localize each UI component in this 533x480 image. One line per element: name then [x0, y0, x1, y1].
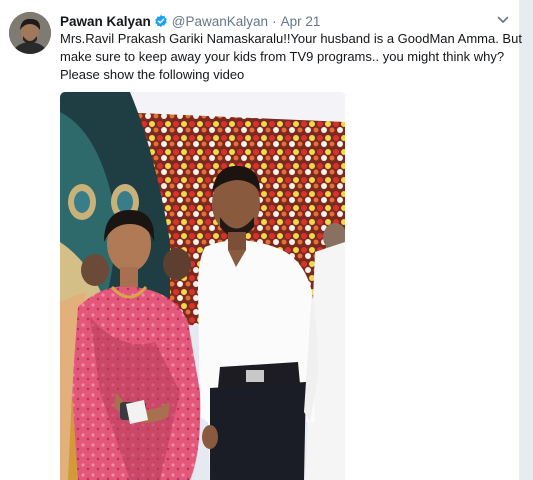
tweet-photo[interactable] [60, 92, 345, 480]
avatar[interactable] [9, 12, 51, 54]
scrollbar-track [519, 0, 533, 480]
tweet-text-line: Mrs.Ravil Prakash Gariki Namaskaralu!!Yo… [60, 31, 522, 46]
tweet-timestamp[interactable]: Apr 21 [281, 14, 321, 29]
header-separator: · [272, 13, 277, 29]
photo-image [60, 92, 345, 480]
tweet-text-line: make sure to keep away your kids from TV… [60, 49, 505, 64]
tweet-text: Mrs.Ravil Prakash Gariki Namaskaralu!!Yo… [60, 30, 522, 84]
tweet-header: Pawan Kalyan @PawanKalyan · Apr 21 [60, 12, 320, 30]
verified-badge-icon [154, 14, 168, 28]
author-name[interactable]: Pawan Kalyan [60, 14, 151, 29]
tweet-text-line: Please show the following video [60, 67, 245, 82]
avatar-image [9, 12, 51, 54]
author-handle[interactable]: @PawanKalyan [172, 14, 268, 29]
chevron-down-icon[interactable] [496, 13, 510, 27]
